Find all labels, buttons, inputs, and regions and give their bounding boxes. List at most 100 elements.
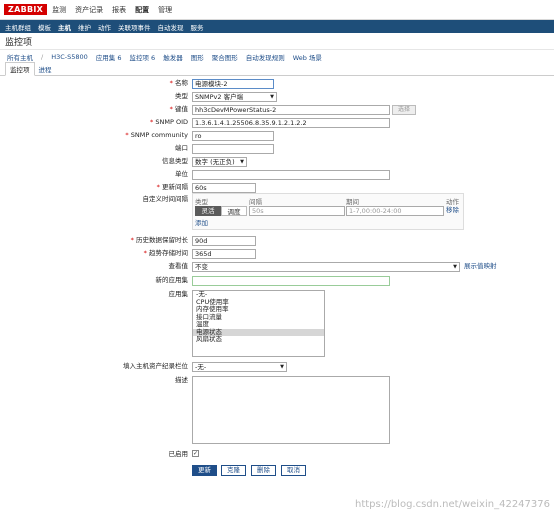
new-app-label: 新的应用集 [155,276,189,284]
crumb-all-hosts[interactable]: 所有主机 [7,52,33,62]
key-label-text: 键值 [175,105,188,113]
type-select[interactable]: SNMPv2 客户端 ▼ [192,92,277,102]
chevron-down-icon: ▼ [240,159,244,165]
col-action: 动作 [446,198,459,206]
community-label-text: SNMP community [130,131,188,139]
menu-configuration[interactable]: 配置 [135,5,149,15]
tab-preprocessing[interactable]: 进程 [35,63,56,75]
port-label: 端口 [175,144,188,152]
top-bar: ZABBIX 监测 资产记录 报表 配置 管理 [0,0,554,20]
submenu-services[interactable]: 服务 [191,22,204,32]
add-link[interactable]: 添加 [195,219,208,228]
custom-interval-label: 自定义时间间隔 [142,195,189,203]
apps-label: 应用集 [168,290,189,298]
menu-monitoring[interactable]: 监测 [52,5,66,15]
show-value-label: 查看值 [168,262,189,270]
info-type-select[interactable]: 数字 (无正负) ▼ [192,157,247,167]
delete-button[interactable]: 删除 [251,465,276,476]
name-label: * 名称 [169,79,188,87]
menu-reports[interactable]: 报表 [112,5,126,15]
key-label: * 键值 [169,105,188,113]
enabled-checkbox[interactable]: ✓ [192,450,199,457]
interval-label-text: 更新间隔 [162,183,188,191]
select-key-button[interactable]: 选择 [392,105,416,115]
list-item[interactable]: 接口流量 [193,313,324,322]
trend-input[interactable]: 365d [192,249,256,259]
unit-label: 单位 [175,170,188,178]
crumb-host[interactable]: H3C-S5800 [51,53,88,61]
description-textarea[interactable] [192,376,390,444]
submenu-discovery[interactable]: 自动发现 [158,22,184,32]
chevron-down-icon: ▼ [280,364,284,370]
port-input[interactable] [192,144,274,154]
name-input[interactable]: 电源模块-2 [192,79,274,89]
crumb-applications[interactable]: 应用集 6 [96,52,122,62]
cancel-button[interactable]: 取消 [281,465,306,476]
chevron-down-icon: ▼ [453,264,457,270]
menu-administration[interactable]: 管理 [158,5,172,15]
inventory-label: 填入主机资产纪录栏位 [123,362,188,370]
community-label: * SNMP community [125,131,188,139]
col-interval: 间隔 [249,198,262,206]
enabled-label: 已启用 [168,450,189,458]
remove-link[interactable]: 移除 [446,206,459,215]
oid-label: * SNMP OID [150,118,188,126]
submenu-templates[interactable]: 模板 [38,22,51,32]
menu-inventory[interactable]: 资产记录 [75,5,103,15]
page-title: 监控项 [0,33,554,50]
info-type-label: 信息类型 [162,157,188,165]
submenu-hosts[interactable]: 主机 [58,22,71,32]
breadcrumb: 所有主机 / H3C-S5800 应用集 6 监控项 6 触发器 图形 聚合图形… [0,50,554,64]
update-button[interactable]: 更新 [192,465,217,476]
submenu-correlation[interactable]: 关联项事件 [118,22,151,32]
sub-menu: 主机群组 模板 主机 维护 动作 关联项事件 自动发现 服务 [0,20,554,33]
scheduling-toggle[interactable]: 调度 [221,206,247,216]
item-form: * 名称 电源模块-2 类型 SNMPv2 客户端 ▼ * 键值 hh3cDevM… [0,76,554,513]
col-period: 期间 [346,198,359,206]
submenu-maintenance[interactable]: 维护 [78,22,91,32]
type-label: 类型 [175,92,188,100]
tab-item[interactable]: 监控项 [5,62,35,76]
show-value-value: 不变 [195,263,208,271]
crumb-web[interactable]: Web 场景 [293,52,322,62]
interval-label: * 更新间隔 [156,183,188,191]
list-item[interactable]: 风扇状态 [193,335,324,344]
show-value-select[interactable]: 不变 ▼ [192,262,460,272]
inventory-select[interactable]: -无- ▼ [192,362,287,372]
custom-period-input[interactable]: 1-7,00:00-24:00 [346,206,444,216]
history-input[interactable]: 90d [192,236,256,246]
col-type: 类型 [195,198,208,206]
new-app-input[interactable] [192,276,390,286]
zabbix-logo[interactable]: ZABBIX [4,4,48,15]
inventory-value: -无- [195,363,207,371]
interval-input[interactable]: 60s [192,183,256,193]
trend-label-text: 趋势存储时间 [149,249,188,257]
submenu-host-groups[interactable]: 主机群组 [5,22,31,32]
flexible-toggle[interactable]: 灵活 [195,206,221,216]
community-input[interactable]: ro [192,131,274,141]
key-input[interactable]: hh3cDevMPowerStatus-2 [192,105,390,115]
chevron-down-icon: ▼ [270,94,274,100]
crumb-triggers[interactable]: 触发器 [163,52,183,62]
crumb-separator: / [41,53,44,61]
apps-listbox[interactable]: -无- CPU使用率 内存使用率 接口流量 温度 电源状态 风扇状态 [192,290,325,357]
custom-interval-input[interactable]: 50s [249,206,345,216]
submenu-actions[interactable]: 动作 [98,22,111,32]
watermark: https://blog.csdn.net/weixin_42247376 [354,499,550,510]
history-label: * 历史数据保留时长 [130,236,188,244]
clone-button[interactable]: 克隆 [221,465,246,476]
history-label-text: 历史数据保留时长 [136,236,188,244]
crumb-discovery[interactable]: 自动发现规则 [246,52,285,62]
oid-label-text: SNMP OID [155,118,188,126]
crumb-items[interactable]: 监控项 6 [129,52,155,62]
value-mapping-link[interactable]: 展示值映射 [464,262,497,271]
unit-input[interactable] [192,170,390,180]
info-type-value: 数字 (无正负) [195,158,235,166]
type-select-value: SNMPv2 客户端 [195,93,244,101]
crumb-graphs[interactable]: 图形 [191,52,204,62]
crumb-screens[interactable]: 聚合图形 [212,52,238,62]
oid-input[interactable]: 1.3.6.1.4.1.25506.8.35.9.1.2.1.2.2 [192,118,390,128]
desc-label: 描述 [175,376,188,384]
name-label-text: 名称 [175,79,188,87]
trend-label: * 趋势存储时间 [143,249,188,257]
